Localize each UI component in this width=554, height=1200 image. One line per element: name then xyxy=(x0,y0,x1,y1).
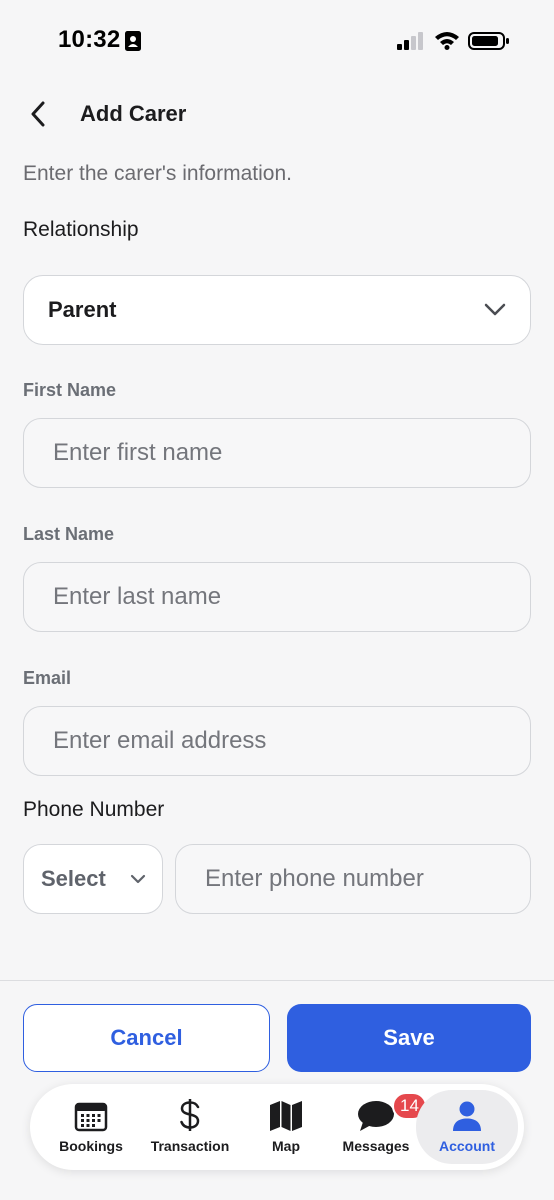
tab-transaction[interactable]: Transaction xyxy=(142,1090,238,1164)
last-name-field-container xyxy=(23,562,531,632)
relationship-label: Relationship xyxy=(23,218,139,241)
status-bar: 10:32 xyxy=(0,0,554,80)
chevron-down-icon xyxy=(484,303,506,316)
tab-bookings-label: Bookings xyxy=(59,1138,123,1154)
dollar-icon xyxy=(180,1099,200,1131)
first-name-field-container xyxy=(23,418,531,488)
page-title: Add Carer xyxy=(80,101,187,126)
first-name-label: First Name xyxy=(23,380,117,400)
tab-account[interactable]: Account xyxy=(416,1090,518,1164)
wifi-icon xyxy=(435,32,459,50)
phone-field-container xyxy=(175,844,531,914)
email-label: Email xyxy=(23,668,72,688)
email-field-container xyxy=(23,706,531,776)
country-code-select[interactable]: Select xyxy=(23,844,163,914)
relationship-value: Parent xyxy=(48,297,117,322)
country-code-value: Select xyxy=(41,866,106,891)
last-name-input[interactable] xyxy=(24,563,530,631)
tab-transaction-label: Transaction xyxy=(150,1138,230,1154)
chevron-down-icon xyxy=(130,874,146,884)
email-input[interactable] xyxy=(24,707,530,775)
tab-messages-label: Messages xyxy=(342,1138,410,1154)
bottom-tab-bar: Bookings Transaction Map Messages 14 Acc… xyxy=(30,1084,524,1170)
person-icon xyxy=(453,1101,481,1131)
tab-map-label: Map xyxy=(272,1138,300,1154)
relationship-select[interactable]: Parent xyxy=(23,275,531,345)
chat-bubble-icon xyxy=(358,1101,394,1131)
battery-icon xyxy=(468,32,509,50)
last-name-label: Last Name xyxy=(23,524,115,544)
first-name-input[interactable] xyxy=(24,419,530,487)
calendar-icon xyxy=(74,1102,108,1132)
save-button[interactable]: Save xyxy=(287,1004,531,1072)
chevron-left-icon xyxy=(31,101,45,127)
phone-number-label: Phone Number xyxy=(23,798,165,821)
status-time: 10:32 xyxy=(58,26,121,53)
add-carer-screen: 10:32 Add Carer Enter the carer's inform… xyxy=(0,0,554,1200)
tab-messages[interactable]: Messages 14 xyxy=(334,1090,427,1164)
back-button[interactable] xyxy=(20,96,56,132)
cancel-button[interactable]: Cancel xyxy=(23,1004,270,1072)
intro-text: Enter the carer's information. xyxy=(23,162,292,185)
tab-map[interactable]: Map xyxy=(248,1090,324,1164)
contact-card-icon xyxy=(125,31,141,51)
tab-bookings[interactable]: Bookings xyxy=(50,1090,132,1164)
tab-account-label: Account xyxy=(439,1138,495,1154)
phone-number-input[interactable] xyxy=(176,845,530,913)
map-icon xyxy=(270,1101,302,1131)
cellular-signal-icon xyxy=(397,32,423,50)
divider xyxy=(0,980,554,981)
